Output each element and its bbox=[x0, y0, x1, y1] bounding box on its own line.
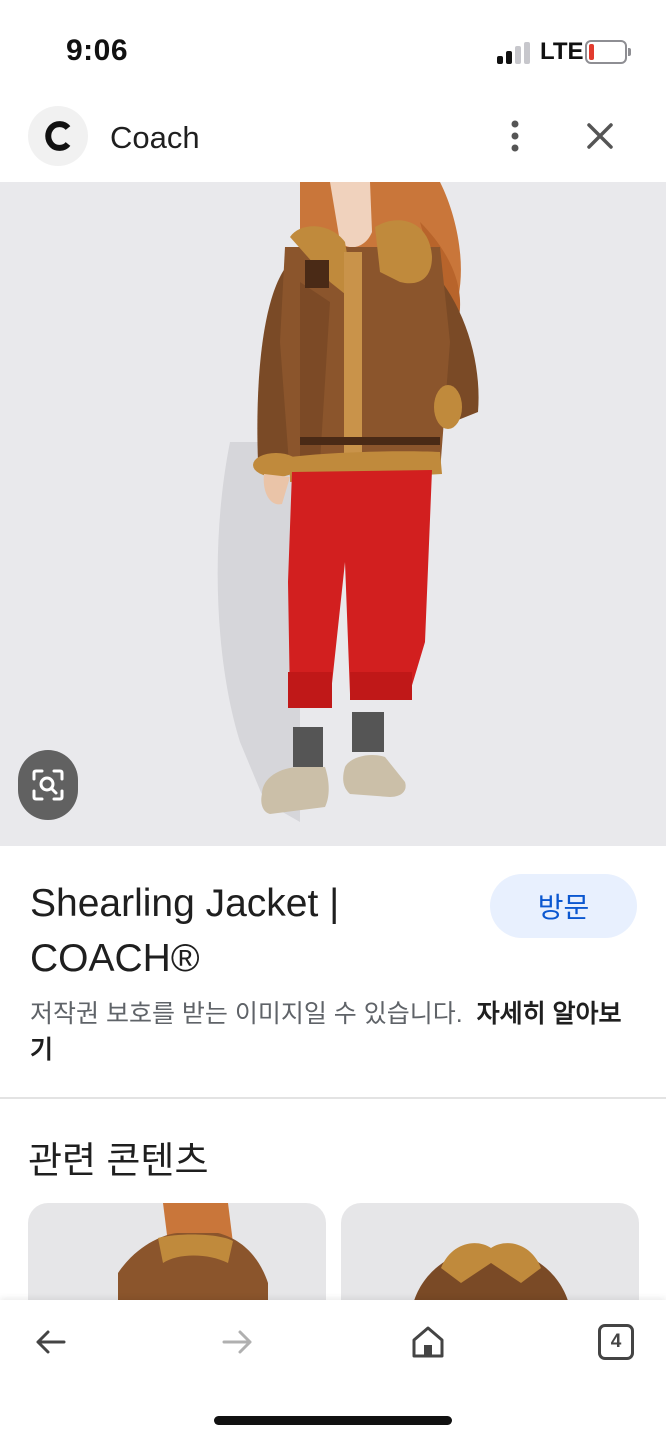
more-options-icon[interactable] bbox=[494, 114, 536, 158]
back-arrow-icon[interactable] bbox=[28, 1320, 72, 1364]
result-title[interactable]: Shearling Jacket | COACH® bbox=[30, 876, 450, 986]
copyright-text: 저작권 보호를 받는 이미지일 수 있습니다. bbox=[30, 1000, 463, 1028]
product-image[interactable] bbox=[0, 182, 666, 846]
jacket-model-illustration bbox=[217, 182, 479, 822]
section-divider bbox=[0, 1097, 666, 1099]
status-time: 9:06 bbox=[66, 34, 129, 67]
battery-icon bbox=[585, 40, 631, 64]
home-icon[interactable] bbox=[406, 1320, 450, 1364]
lens-search-button[interactable] bbox=[18, 750, 78, 820]
related-image-1 bbox=[118, 1203, 268, 1313]
network-type: LTE bbox=[540, 38, 584, 65]
related-card-1[interactable] bbox=[28, 1203, 326, 1313]
related-card-2[interactable] bbox=[341, 1203, 639, 1313]
coach-logo-icon[interactable] bbox=[28, 106, 88, 166]
forward-arrow-icon[interactable] bbox=[216, 1320, 260, 1364]
result-info: Shearling Jacket | COACH® 방문 저작권 보호를 받는 … bbox=[0, 846, 666, 1098]
site-name[interactable]: Coach bbox=[110, 120, 200, 156]
lens-icon bbox=[32, 769, 64, 801]
related-image-2 bbox=[411, 1243, 571, 1313]
lens-header: Coach bbox=[0, 100, 666, 182]
browser-toolbar: 4 bbox=[0, 1300, 666, 1440]
signal-icon bbox=[497, 42, 533, 64]
related-content-title: 관련 콘텐츠 bbox=[28, 1140, 209, 1181]
visit-button[interactable]: 방문 bbox=[490, 874, 637, 938]
home-indicator[interactable] bbox=[214, 1416, 452, 1425]
tab-count-button[interactable]: 4 bbox=[598, 1324, 634, 1360]
close-icon[interactable] bbox=[578, 114, 622, 158]
status-bar: 9:06 LTE bbox=[0, 0, 666, 100]
copyright-notice: 저작권 보호를 받는 이미지일 수 있습니다. 자세히 알아보기 bbox=[30, 996, 640, 1068]
